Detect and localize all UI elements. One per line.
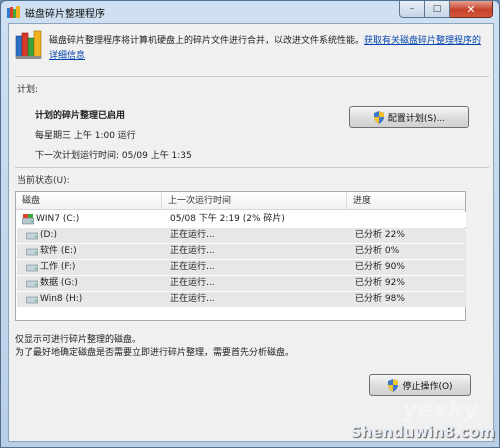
disk-name: (D:) xyxy=(40,230,57,240)
shield-icon xyxy=(388,378,399,392)
column-header-disk[interactable]: 磁盘 xyxy=(16,192,162,210)
disk-status-table[interactable]: 磁盘 上一次运行时间 进度 WIN7 (C:) 05/08 下午 2:19 (2… xyxy=(15,191,466,321)
schedule-next-run: 下一次计划运行时间: 05/09 上午 1:35 xyxy=(35,151,192,161)
defrag-window: 磁盘碎片整理程序 – □ ✕ 磁盘碎片整理程序将计算机硬盘上的碎片文件进行合并，… xyxy=(0,0,500,448)
brand-watermark: yesky xyxy=(402,398,479,423)
last-run-time: 正在运行... xyxy=(170,294,215,304)
defrag-app-icon xyxy=(7,6,20,18)
maximize-button[interactable]: □ xyxy=(425,1,450,18)
schedule-frequency: 每星期三 上午 1:00 运行 xyxy=(35,131,136,141)
table-row[interactable]: 数据 (G:) 正在运行... 已分析 92% xyxy=(17,276,466,291)
configure-schedule-label: 配置计划(S)... xyxy=(387,113,446,124)
minimize-button[interactable]: – xyxy=(399,1,425,18)
stop-operation-button[interactable]: 停止操作(O) xyxy=(369,374,471,396)
intro-description: 磁盘碎片整理程序将计算机硬盘上的碎片文件进行合并，以改进文件系统性能。 xyxy=(49,36,365,46)
client-area: 磁盘碎片整理程序将计算机硬盘上的碎片文件进行合并，以改进文件系统性能。获取有关磁… xyxy=(8,23,494,442)
intro-text: 磁盘碎片整理程序将计算机硬盘上的碎片文件进行合并，以改进文件系统性能。获取有关磁… xyxy=(49,34,489,64)
last-run-time: 正在运行... xyxy=(170,262,215,272)
disk-name: WIN7 (C:) xyxy=(36,214,80,224)
footer-note-1: 仅显示可进行碎片整理的磁盘。 xyxy=(15,335,142,345)
window-title: 磁盘碎片整理程序 xyxy=(25,9,105,20)
maximize-icon: □ xyxy=(432,4,442,14)
system-drive-icon xyxy=(22,214,34,225)
column-header-last-run[interactable]: 上一次运行时间 xyxy=(162,192,347,210)
progress-text: 已分析 90% xyxy=(355,262,405,272)
progress-text: 已分析 98% xyxy=(355,294,405,304)
progress-text: 已分析 22% xyxy=(355,230,405,240)
column-header-progress[interactable]: 进度 xyxy=(347,192,465,210)
minimize-icon: – xyxy=(409,4,415,14)
disk-name: 数据 (G:) xyxy=(40,278,78,288)
disk-name: Win8 (H:) xyxy=(40,294,83,304)
table-row[interactable]: WIN7 (C:) 05/08 下午 2:19 (2% 碎片) xyxy=(17,212,466,227)
table-row[interactable]: Win8 (H:) 正在运行... 已分析 98% xyxy=(17,292,466,307)
site-watermark: Shenduwin8.com xyxy=(350,423,495,441)
disk-name: 工作 (F:) xyxy=(40,262,76,272)
shield-icon xyxy=(373,110,384,124)
title-bar[interactable]: 磁盘碎片整理程序 – □ ✕ xyxy=(1,1,499,23)
drive-icon xyxy=(26,232,38,240)
divider xyxy=(15,76,489,77)
defrag-logo-icon xyxy=(15,30,42,59)
close-icon: ✕ xyxy=(466,2,476,16)
footer-note-2: 为了最好地确定磁盘是否需要立即进行碎片整理，需要首先分析磁盘。 xyxy=(15,348,295,358)
progress-text: 已分析 92% xyxy=(355,278,405,288)
last-run-time: 正在运行... xyxy=(170,278,215,288)
drive-icon xyxy=(26,248,38,256)
table-row[interactable]: 工作 (F:) 正在运行... 已分析 90% xyxy=(17,260,466,275)
drive-icon xyxy=(26,296,38,304)
schedule-enabled-text: 计划的碎片整理已启用 xyxy=(35,111,126,121)
stop-operation-label: 停止操作(O) xyxy=(402,381,453,392)
drive-icon xyxy=(26,280,38,288)
window-controls: – □ ✕ xyxy=(399,1,493,18)
divider xyxy=(15,167,489,168)
last-run-time: 正在运行... xyxy=(170,230,215,240)
close-button[interactable]: ✕ xyxy=(450,1,493,18)
configure-schedule-button[interactable]: 配置计划(S)... xyxy=(349,106,469,128)
table-header: 磁盘 上一次运行时间 进度 xyxy=(16,192,465,210)
table-row[interactable]: 软件 (E:) 正在运行... 已分析 0% xyxy=(17,244,466,259)
last-run-time: 正在运行... xyxy=(170,246,215,256)
disk-name: 软件 (E:) xyxy=(40,246,77,256)
status-section-label: 当前状态(U): xyxy=(17,176,70,186)
last-run-time: 05/08 下午 2:19 (2% 碎片) xyxy=(170,214,285,224)
drive-icon xyxy=(26,264,38,272)
schedule-section-label: 计划: xyxy=(17,85,39,95)
progress-text: 已分析 0% xyxy=(355,246,400,256)
table-row[interactable]: (D:) 正在运行... 已分析 22% xyxy=(17,228,466,243)
